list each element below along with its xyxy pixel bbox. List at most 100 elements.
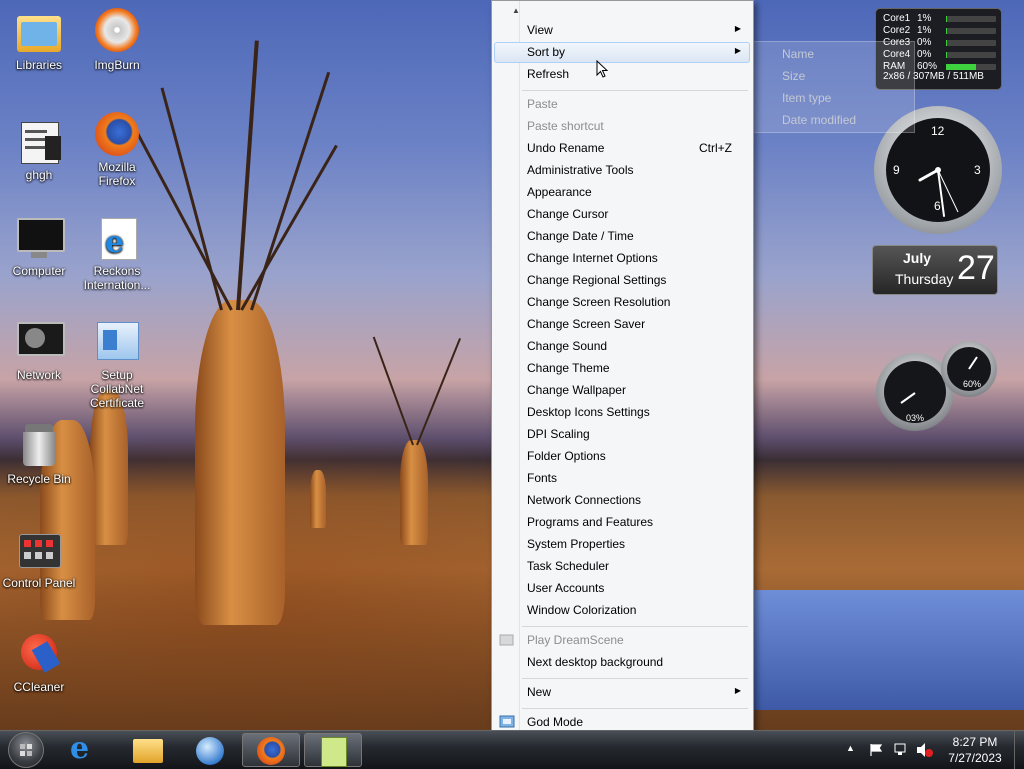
desktop-icon-reckons[interactable]: e Reckons Internation... (78, 214, 156, 292)
taskbar-internet-explorer[interactable]: e (56, 731, 114, 767)
menu-item-task-scheduler[interactable]: Task Scheduler (494, 556, 750, 577)
menu-item-new[interactable]: New ▶ (494, 682, 750, 703)
folder-icon (133, 739, 163, 763)
volume-muted-icon[interactable] (915, 742, 933, 758)
menu-item-programs-and-features[interactable]: Programs and Features (494, 512, 750, 533)
menu-item-desktop-icons-settings[interactable]: Desktop Icons Settings (494, 402, 750, 423)
menu-item-dpi-scaling[interactable]: DPI Scaling (494, 424, 750, 445)
cpu-row: Core1 1% (883, 13, 998, 25)
menu-item-label: Network Connections (527, 493, 642, 507)
action-center-flag-icon[interactable] (869, 743, 883, 757)
menu-item-refresh[interactable]: Refresh (494, 64, 750, 85)
sort-option-size[interactable]: Size (782, 69, 805, 83)
internet-explorer-icon: e (70, 731, 90, 766)
menu-item-label: Window Colorization (527, 603, 637, 617)
sort-option-item-type[interactable]: Item type (782, 91, 831, 105)
calendar-weekday: Thursday (895, 271, 954, 287)
menu-item-fonts[interactable]: Fonts (494, 468, 750, 489)
taskbar-clock[interactable]: 8:27 PM 7/27/2023 (940, 734, 1010, 766)
desktop-icon-ghgh[interactable]: ghgh (0, 118, 78, 182)
desktop-icon-label: ghgh (25, 168, 53, 182)
cpu-core-percent: 1% (917, 25, 932, 36)
desktop-context-menu: ▲ View ▶ Sort by ▶ Refresh Paste Paste s… (491, 0, 754, 754)
menu-item-change-sound[interactable]: Change Sound (494, 336, 750, 357)
memory-gauge-gadget[interactable]: 60% (941, 341, 997, 397)
menu-item-appearance[interactable]: Appearance (494, 182, 750, 203)
menu-item-system-properties[interactable]: System Properties (494, 534, 750, 555)
menu-item-change-cursor[interactable]: Change Cursor (494, 204, 750, 225)
desktop-icon-imgburn[interactable]: ImgBurn (78, 8, 156, 72)
menu-item-label: Change Internet Options (527, 251, 658, 265)
desktop-icon-firefox[interactable]: Mozilla Firefox (78, 110, 156, 188)
show-hidden-icons-arrow[interactable]: ▲ (846, 743, 855, 753)
menu-item-paste[interactable]: Paste (494, 94, 750, 115)
network-tray-icon[interactable] (892, 742, 908, 758)
desktop-icon-label: Network (16, 368, 61, 382)
menu-item-label: Paste (527, 97, 558, 111)
menu-item-folder-options[interactable]: Folder Options (494, 446, 750, 467)
menu-item-label: Sort by (527, 45, 566, 59)
menu-separator (522, 678, 748, 679)
menu-item-change-date-time[interactable]: Change Date / Time (494, 226, 750, 247)
menu-item-change-screen-saver[interactable]: Change Screen Saver (494, 314, 750, 335)
menu-item-play-dreamscene[interactable]: Play DreamScene (494, 630, 750, 651)
calendar-gadget[interactable]: July Thursday 27 (872, 245, 998, 295)
recycle-bin-icon (15, 422, 63, 470)
cpu-usage-fill (946, 28, 947, 34)
clock-hands (918, 167, 959, 217)
menu-item-label: Change Screen Resolution (527, 295, 671, 309)
menu-item-label: Undo Rename (527, 141, 605, 155)
desktop-icon-setup[interactable]: Setup CollabNet Certificate (78, 318, 156, 410)
desktop-icon-network[interactable]: Network (0, 318, 78, 382)
taskbar-media-player[interactable] (180, 733, 238, 767)
show-desktop-button[interactable] (1014, 731, 1024, 769)
menu-scroll-up-icon[interactable]: ▲ (512, 6, 520, 15)
desktop-icon-recycle-bin[interactable]: Recycle Bin (0, 422, 78, 486)
menu-item-label: God Mode (527, 715, 584, 729)
cpu-usage-bar (946, 40, 996, 46)
menu-item-next-background[interactable]: Next desktop background (494, 652, 750, 673)
menu-item-paste-shortcut[interactable]: Paste shortcut (494, 116, 750, 137)
menu-item-label: Change Regional Settings (527, 273, 667, 287)
taskbar-notepad-plus[interactable] (304, 733, 362, 767)
menu-item-sort-by[interactable]: Sort by ▶ (494, 42, 750, 63)
taskbar-firefox[interactable] (242, 733, 300, 767)
desktop-icon-ccleaner[interactable]: CCleaner (0, 630, 78, 694)
menu-item-window-colorization[interactable]: Window Colorization (494, 600, 750, 621)
desktop-icon-computer[interactable]: Computer (0, 214, 78, 278)
menu-item-change-screen-resolution[interactable]: Change Screen Resolution (494, 292, 750, 313)
wallpaper-tree (400, 440, 428, 545)
menu-item-label: Programs and Features (527, 515, 654, 529)
ram-usage-fill (946, 64, 976, 70)
start-button[interactable] (8, 732, 44, 768)
ccleaner-icon (15, 630, 63, 678)
desktop-icon-control-panel[interactable]: Control Panel (0, 526, 78, 590)
menu-item-change-regional-settings[interactable]: Change Regional Settings (494, 270, 750, 291)
menu-item-administrative-tools[interactable]: Administrative Tools (494, 160, 750, 181)
cpu-core-percent: 1% (917, 13, 932, 24)
desktop-icon-libraries[interactable]: Libraries (0, 8, 78, 72)
cpu-core-name: Core1 (883, 13, 911, 24)
menu-item-label: Task Scheduler (527, 559, 610, 573)
menu-item-label: Folder Options (527, 449, 606, 463)
menu-item-undo-rename[interactable]: Undo Rename Ctrl+Z (494, 138, 750, 159)
menu-item-label: Paste shortcut (527, 119, 604, 133)
menu-item-view[interactable]: View ▶ (494, 20, 750, 41)
menu-separator (522, 90, 748, 91)
menu-item-network-connections[interactable]: Network Connections (494, 490, 750, 511)
menu-item-user-accounts[interactable]: User Accounts (494, 578, 750, 599)
sort-option-name[interactable]: Name (782, 47, 814, 61)
menu-item-change-theme[interactable]: Change Theme (494, 358, 750, 379)
menu-item-change-wallpaper[interactable]: Change Wallpaper (494, 380, 750, 401)
sort-option-date-modified[interactable]: Date modified (782, 113, 856, 127)
menu-separator (522, 626, 748, 627)
god-mode-icon (499, 715, 515, 729)
sort-by-submenu: Name Size Item type Date modified (753, 41, 915, 133)
desktop-icon-label: Recycle Bin (7, 472, 71, 486)
network-icon (15, 318, 65, 366)
taskbar: e ▲ 8:27 PM 7/27/2023 (0, 730, 1024, 769)
cpu-usage-bar (946, 28, 996, 34)
menu-item-change-internet-options[interactable]: Change Internet Options (494, 248, 750, 269)
submenu-arrow-icon: ▶ (734, 24, 741, 33)
taskbar-windows-explorer[interactable] (118, 733, 176, 767)
